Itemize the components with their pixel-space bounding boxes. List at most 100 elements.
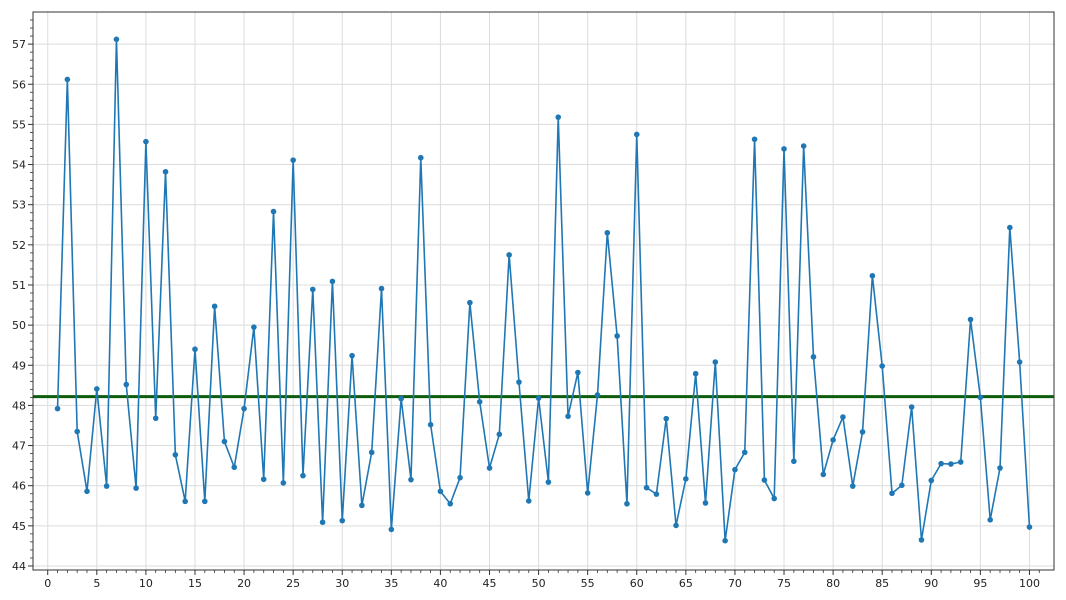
data-point <box>604 229 611 236</box>
data-point <box>967 316 974 323</box>
data-point <box>1007 224 1013 231</box>
series-layer <box>54 36 1033 544</box>
x-tick-label: 70 <box>728 577 742 590</box>
data-point <box>633 131 640 138</box>
data-point <box>486 465 493 471</box>
data-point <box>84 488 90 495</box>
data-point <box>692 370 699 377</box>
data-point <box>162 168 169 175</box>
data-point <box>241 405 247 412</box>
data-point <box>309 286 316 293</box>
data-point <box>113 36 120 43</box>
data-point <box>506 252 512 258</box>
data-point <box>103 483 110 489</box>
data-point <box>702 500 709 506</box>
data-point <box>889 490 895 497</box>
data-point <box>741 449 748 456</box>
x-tick-label: 40 <box>433 577 447 590</box>
data-point <box>584 490 591 496</box>
data-point <box>133 485 139 491</box>
data-point <box>368 449 375 456</box>
data-point <box>781 146 787 152</box>
line-chart: 0 5 10 15 20 25 30 35 40 45 50 55 60 65 70 75 80 85 90 95 10… <box>12 11 1055 590</box>
data-point <box>123 381 130 388</box>
x-tick-label: 30 <box>335 577 349 590</box>
data-point <box>899 482 905 489</box>
x-tick-label: 55 <box>581 577 595 590</box>
data-point <box>447 500 454 507</box>
data-point <box>771 495 778 502</box>
data-point <box>800 143 807 149</box>
data-point <box>908 404 915 410</box>
data-point <box>820 471 827 478</box>
data-point <box>751 136 758 143</box>
axes: 0 5 10 15 20 25 30 35 40 45 50 55 60 65 70 75 80 85 90 95 10… <box>12 19 1040 590</box>
data-point <box>359 502 365 509</box>
data-point <box>339 517 346 524</box>
data-point <box>143 138 149 145</box>
x-tick-label: 15 <box>188 577 202 590</box>
data-point <box>683 476 689 482</box>
data-point <box>457 474 463 481</box>
x-tick-label: 65 <box>679 577 693 590</box>
data-point <box>1016 359 1023 365</box>
data-point <box>673 522 679 529</box>
data-point <box>791 458 797 465</box>
y-tick-label: 45 <box>12 520 26 533</box>
x-tick-label: 50 <box>532 577 546 590</box>
data-point <box>575 369 581 376</box>
data-point <box>879 363 885 369</box>
x-tick-label: 20 <box>237 577 251 590</box>
data-point <box>319 519 326 526</box>
y-tick-label: 51 <box>12 279 26 292</box>
data-point <box>614 333 620 339</box>
y-tick-label: 54 <box>12 159 26 172</box>
x-tick-label: 5 <box>93 577 100 590</box>
data-point <box>516 379 522 385</box>
data-point <box>1026 524 1033 530</box>
data-point <box>918 537 925 543</box>
y-tick-label: 57 <box>12 38 26 51</box>
data-point <box>840 414 846 420</box>
data-point <box>467 299 473 306</box>
data-point <box>211 303 218 310</box>
data-point <box>849 483 856 489</box>
data-point <box>624 500 630 507</box>
data-point <box>722 537 728 544</box>
data-point <box>417 154 424 161</box>
x-tick-label: 25 <box>286 577 300 590</box>
y-tick-label: 56 <box>12 78 26 91</box>
y-tick-label: 50 <box>12 319 26 332</box>
data-point <box>496 431 503 438</box>
data-point <box>977 394 984 401</box>
data-point <box>525 498 532 504</box>
x-tick-label: 60 <box>630 577 644 590</box>
x-tick-label: 35 <box>384 577 398 590</box>
data-point <box>300 472 306 479</box>
y-tick-label: 52 <box>12 239 26 252</box>
x-tick-label: 10 <box>139 577 153 590</box>
y-tick-label: 47 <box>12 440 26 453</box>
data-point <box>54 405 61 412</box>
x-tick-label: 95 <box>973 577 987 590</box>
data-point <box>663 415 670 422</box>
y-tick-label: 53 <box>12 199 26 212</box>
x-tick-label: 45 <box>483 577 497 590</box>
data-point <box>535 395 542 401</box>
x-tick-label: 100 <box>1019 577 1040 590</box>
data-point <box>830 437 836 443</box>
data-point <box>957 459 964 465</box>
data-point <box>251 324 257 330</box>
data-point <box>349 352 355 359</box>
data-point <box>388 526 395 533</box>
data-point <box>437 488 444 495</box>
x-tick-label: 75 <box>777 577 791 590</box>
data-point <box>329 278 336 285</box>
data-point <box>997 465 1003 471</box>
series-line <box>56 38 1031 542</box>
y-tick-label: 48 <box>12 399 26 412</box>
data-point <box>290 157 296 163</box>
data-point <box>476 398 483 405</box>
y-tick-label: 46 <box>12 480 26 493</box>
data-point <box>74 428 80 435</box>
